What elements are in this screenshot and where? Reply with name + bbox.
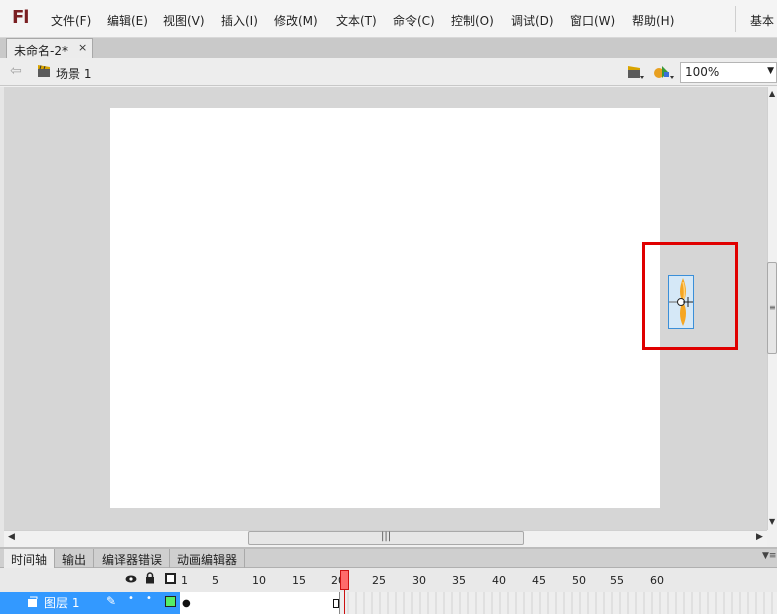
keyframe-span[interactable] — [180, 592, 340, 614]
scroll-right-icon[interactable]: ▶ — [756, 532, 763, 542]
scene-icon — [38, 65, 50, 77]
frame-number: 15 — [292, 574, 306, 587]
eye-icon[interactable] — [125, 573, 137, 585]
visibility-toggle[interactable]: • — [128, 593, 134, 604]
layer-name[interactable]: 图层 1 — [44, 594, 79, 611]
frame-number: 1 — [181, 574, 188, 587]
end-frame-marker[interactable] — [333, 599, 339, 608]
lock-icon[interactable] — [145, 572, 155, 584]
zoom-value: 100% — [685, 65, 720, 79]
workspace-switcher[interactable]: 基本 — [750, 12, 774, 29]
layer-outline-color[interactable] — [165, 596, 176, 607]
playhead[interactable] — [340, 570, 349, 590]
frame-number: 60 — [650, 574, 664, 587]
frame-number: 5 — [212, 574, 219, 587]
workspace-divider — [735, 6, 736, 32]
frame-number: 45 — [532, 574, 546, 587]
lock-toggle[interactable]: • — [146, 593, 152, 604]
menu-text[interactable]: 文本(T) — [336, 12, 377, 29]
panel-tab-bar: 时间轴 输出 编译器错误 动画编辑器 — [0, 549, 777, 568]
menu-edit[interactable]: 编辑(E) — [107, 12, 148, 29]
tab-output[interactable]: 输出 — [55, 549, 95, 568]
layer-icon — [28, 596, 38, 607]
document-tab-bar: 未命名-2* × — [0, 38, 777, 58]
frame-number: 30 — [412, 574, 426, 587]
menu-control[interactable]: 控制(O) — [451, 12, 494, 29]
tab-compiler-errors[interactable]: 编译器错误 — [95, 549, 171, 568]
frame-number: 50 — [572, 574, 586, 587]
scroll-up-icon[interactable]: ▲ — [769, 89, 775, 98]
frame-number: 55 — [610, 574, 624, 587]
scene-label: 场景 1 — [56, 67, 92, 81]
edit-scene-icon[interactable] — [627, 64, 645, 80]
menu-help[interactable]: 帮助(H) — [632, 12, 674, 29]
chevron-down-icon[interactable]: ▼ — [767, 66, 774, 76]
frame-number: 40 — [492, 574, 506, 587]
playhead-line — [344, 590, 345, 614]
menu-bar: Fl 文件(F) 编辑(E) 视图(V) 插入(I) 修改(M) 文本(T) 命… — [0, 0, 777, 38]
tab-motion-editor[interactable]: 动画编辑器 — [170, 549, 246, 568]
document-tab-title: 未命名-2* — [14, 44, 68, 58]
flash-logo: Fl — [12, 7, 29, 28]
keyframe-marker[interactable]: ● — [182, 598, 191, 609]
frame-number: 25 — [372, 574, 386, 587]
menu-insert[interactable]: 插入(I) — [221, 12, 258, 29]
menu-window[interactable]: 窗口(W) — [570, 12, 615, 29]
menu-commands[interactable]: 命令(C) — [393, 12, 435, 29]
outline-icon[interactable] — [165, 573, 176, 584]
menu-modify[interactable]: 修改(M) — [274, 12, 318, 29]
stage-canvas[interactable] — [110, 108, 660, 508]
menu-file[interactable]: 文件(F) — [51, 12, 91, 29]
menu-debug[interactable]: 调试(D) — [511, 12, 554, 29]
close-icon[interactable]: × — [78, 41, 87, 54]
edit-symbol-icon[interactable] — [653, 63, 675, 81]
grip-icon: ≡ — [769, 303, 776, 312]
document-tab[interactable]: 未命名-2* × — [6, 38, 93, 58]
tab-timeline[interactable]: 时间轴 — [4, 549, 56, 568]
back-arrow-icon[interactable]: ⇦ — [10, 63, 22, 79]
frame-number: 10 — [252, 574, 266, 587]
zoom-select[interactable]: 100% ▼ — [680, 62, 777, 83]
highlight-box — [642, 242, 738, 350]
pencil-icon: ✎ — [106, 594, 117, 608]
menu-view[interactable]: 视图(V) — [163, 12, 205, 29]
grip-icon: ||| — [381, 531, 392, 542]
edit-bar: ⇦ 场景 1 — [0, 58, 777, 86]
panel-menu-icon[interactable]: ▼≡ — [762, 551, 776, 561]
frame-ruler[interactable] — [180, 568, 777, 592]
scroll-left-icon[interactable]: ◀ — [8, 532, 15, 542]
frame-number: 35 — [452, 574, 466, 587]
scroll-down-icon[interactable]: ▼ — [769, 517, 775, 526]
